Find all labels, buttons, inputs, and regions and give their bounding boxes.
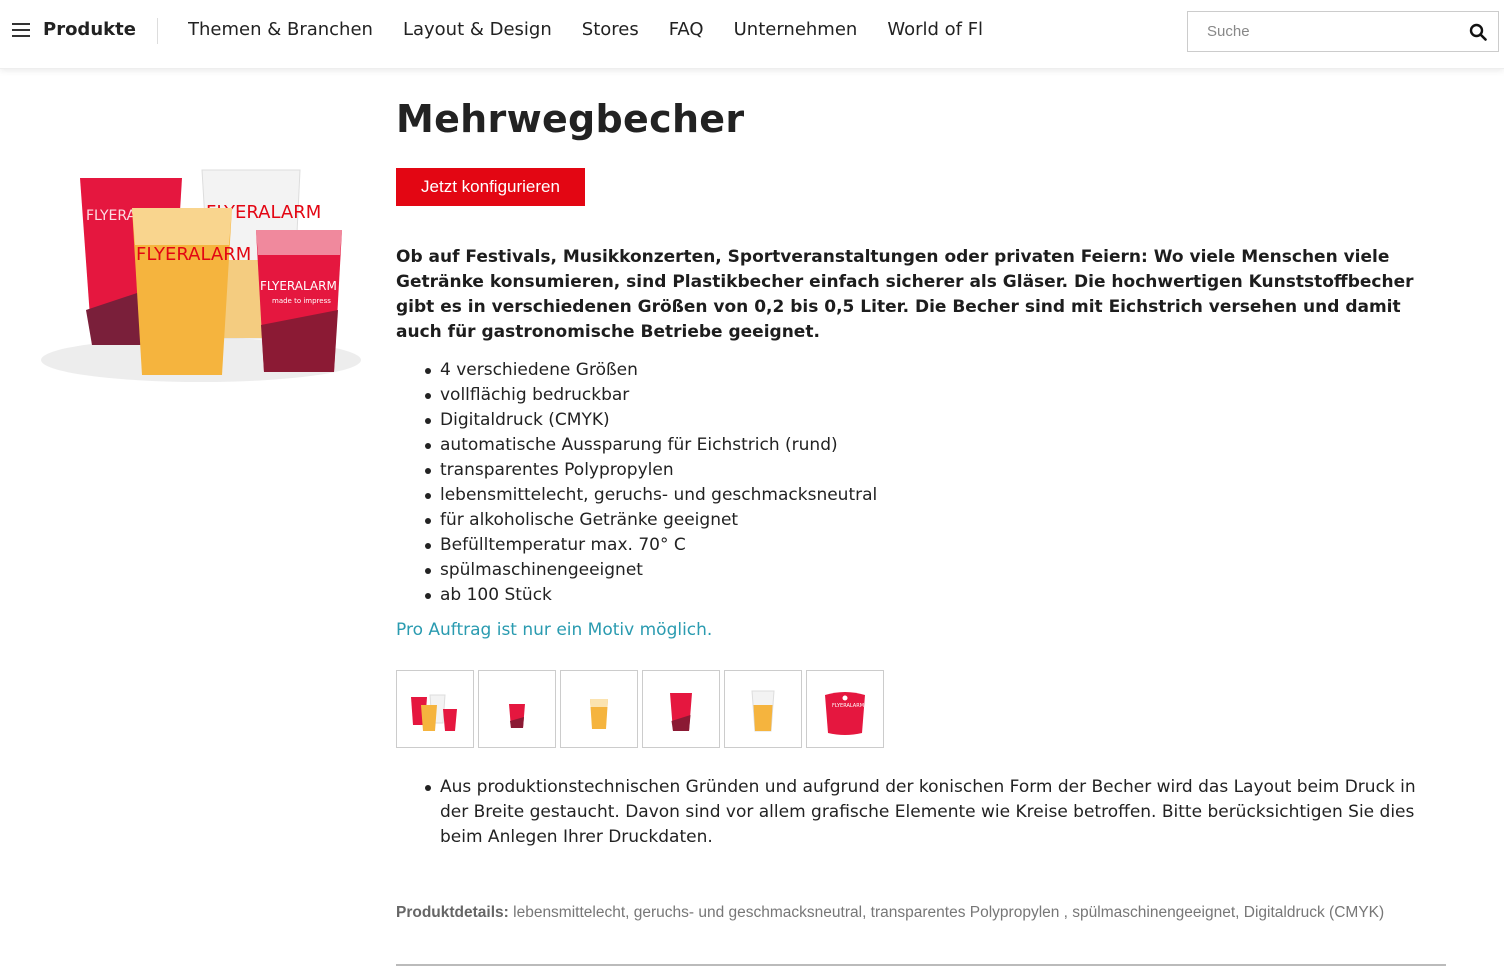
list-item: spülmaschinengeeignet	[424, 558, 877, 583]
nav-item-stores[interactable]: Stores	[582, 19, 639, 40]
configure-button[interactable]: Jetzt konfigurieren	[396, 168, 585, 206]
print-hint-list: Aus produktionstechnischen Gründen und a…	[425, 775, 1440, 850]
list-item: Befülltemperatur max. 70° C	[424, 533, 877, 558]
feature-list: 4 verschiedene Größen vollflächig bedruc…	[424, 358, 877, 608]
product-image-cups: FLYERALARM FLYERALARM FLYERALARM FLYERAL…	[41, 169, 361, 382]
header-divider	[157, 18, 158, 44]
product-details-text: lebensmittelecht, geruchs- und geschmack…	[508, 904, 1385, 921]
search-icon	[1469, 23, 1487, 41]
search-input[interactable]	[1187, 11, 1459, 52]
list-item: lebensmittelecht, geruchs- und geschmack…	[424, 483, 877, 508]
main-nav: Themen & Branchen Layout & Design Stores…	[188, 19, 998, 40]
section-divider	[396, 964, 1446, 966]
product-details: Produktdetails: lebensmittelecht, geruch…	[396, 900, 1446, 926]
thumbnail-cup-print-layout[interactable]: FLYERALARM	[806, 670, 884, 748]
thumbnail-red-cup-small[interactable]	[478, 670, 556, 748]
nav-item-topics[interactable]: Themen & Branchen	[188, 19, 373, 40]
list-item: Aus produktionstechnischen Gründen und a…	[425, 775, 1440, 850]
product-description: Ob auf Festivals, Musikkonzerten, Sportv…	[396, 247, 1414, 342]
nav-item-faq[interactable]: FAQ	[669, 19, 704, 40]
svg-text:FLYERALARM: FLYERALARM	[832, 703, 864, 709]
list-item: ab 100 Stück	[424, 583, 877, 608]
thumbnail-orange-cup[interactable]	[560, 670, 638, 748]
nav-item-world-of-flyeralarm[interactable]: World of Fl	[887, 19, 983, 40]
list-item: vollflächig bedruckbar	[424, 383, 877, 408]
thumbnail-red-cup-large[interactable]	[642, 670, 720, 748]
list-item: für alkoholische Getränke geeignet	[424, 508, 877, 533]
search-button[interactable]	[1458, 11, 1499, 52]
motif-note-link[interactable]: Pro Auftrag ist nur ein Motiv möglich.	[396, 620, 712, 640]
top-navigation-bar: Produkte Themen & Branchen Layout & Desi…	[0, 0, 1504, 69]
nav-item-layout-design[interactable]: Layout & Design	[403, 19, 552, 40]
svg-text:made to impress: made to impress	[272, 297, 331, 305]
hamburger-menu-icon[interactable]	[12, 23, 32, 39]
list-item: transparentes Polypropylen	[424, 458, 877, 483]
svg-text:FLYERALARM: FLYERALARM	[136, 244, 251, 265]
list-item: automatische Aussparung für Eichstrich (…	[424, 433, 877, 458]
products-menu-button[interactable]: Produkte	[43, 19, 136, 40]
thumbnail-clear-cup[interactable]	[724, 670, 802, 748]
svg-text:FLYERALARM: FLYERALARM	[260, 279, 337, 293]
list-item: Digitaldruck (CMYK)	[424, 408, 877, 433]
thumbnail-cup-group[interactable]	[396, 670, 474, 748]
page-title: Mehrwegbecher	[396, 97, 745, 141]
thumbnail-gallery: FLYERALARM	[396, 670, 884, 748]
nav-item-company[interactable]: Unternehmen	[734, 19, 858, 40]
product-details-label: Produktdetails:	[396, 904, 509, 921]
list-item: 4 verschiedene Größen	[424, 358, 877, 383]
